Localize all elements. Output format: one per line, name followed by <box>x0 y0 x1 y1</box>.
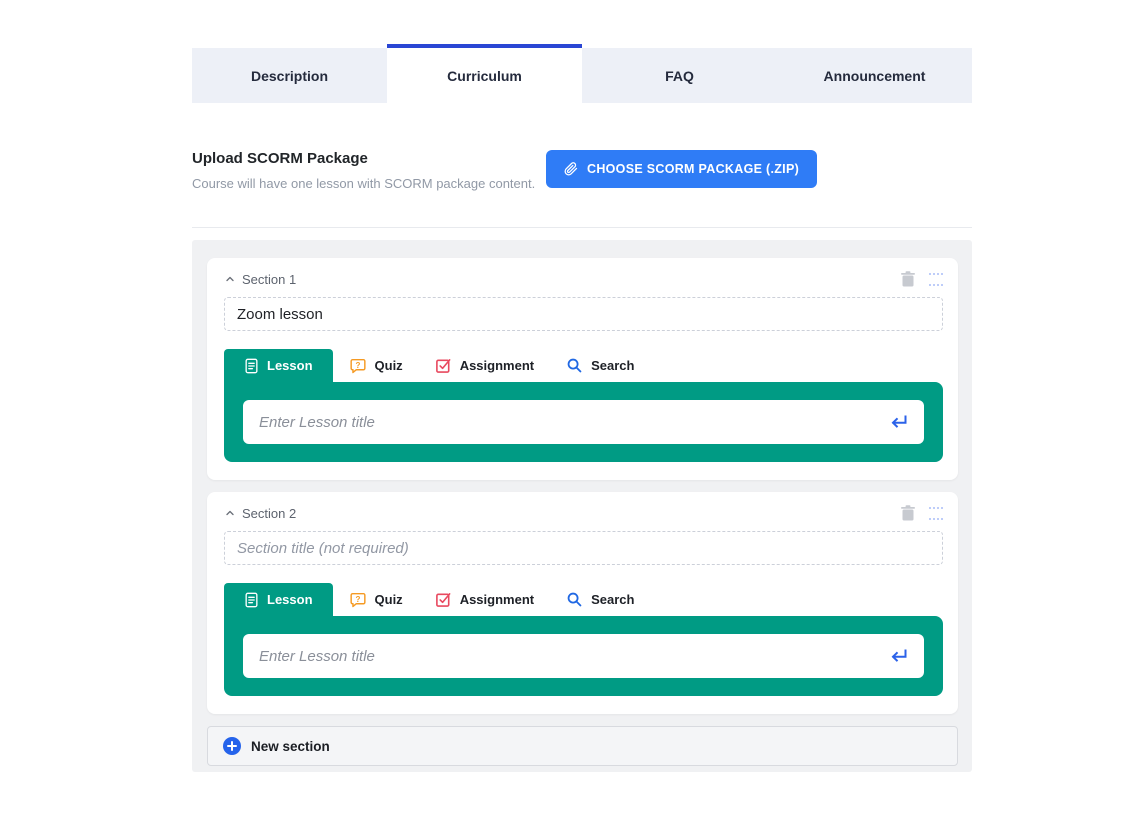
lesson-title-field[interactable] <box>243 400 924 444</box>
delete-section-icon[interactable] <box>901 271 915 287</box>
item-tab-assignment[interactable]: Assignment <box>419 349 550 382</box>
section-card-1: Section 1 Lesson <box>207 258 958 480</box>
item-tab-quiz[interactable]: ? Quiz <box>333 349 419 382</box>
svg-text:?: ? <box>355 361 360 370</box>
item-tab-lesson[interactable]: Lesson <box>224 583 333 616</box>
item-tab-quiz-label: Quiz <box>375 358 403 373</box>
item-tab-quiz-label: Quiz <box>375 592 403 607</box>
lesson-panel <box>224 382 943 462</box>
item-tab-assignment-label: Assignment <box>460 358 534 373</box>
assignment-check-icon <box>435 591 452 608</box>
document-icon <box>244 592 259 608</box>
drag-handle-icon[interactable] <box>929 507 943 520</box>
tab-description[interactable]: Description <box>192 48 387 103</box>
new-section-label: New section <box>251 739 330 754</box>
section-1-title-input[interactable] <box>224 297 943 331</box>
tab-faq[interactable]: FAQ <box>582 48 777 103</box>
section-1-label: Section 1 <box>242 272 296 287</box>
tab-curriculum-label: Curriculum <box>447 68 522 84</box>
choose-scorm-package-button[interactable]: CHOOSE SCORM PACKAGE (.ZIP) <box>546 150 817 188</box>
scorm-heading: Upload SCORM Package <box>192 150 368 167</box>
lesson-panel <box>224 616 943 696</box>
item-tab-lesson-label: Lesson <box>267 358 313 373</box>
drag-handle-icon[interactable] <box>929 273 943 286</box>
curriculum-builder: Section 1 Lesson <box>192 240 972 772</box>
search-icon <box>566 591 583 608</box>
assignment-check-icon <box>435 357 452 374</box>
tab-announcement[interactable]: Announcement <box>777 48 972 103</box>
section-2-label: Section 2 <box>242 506 296 521</box>
item-tab-assignment-label: Assignment <box>460 592 534 607</box>
item-tab-search-label: Search <box>591 592 634 607</box>
svg-text:?: ? <box>355 595 360 604</box>
chevron-up-icon <box>224 507 236 519</box>
scorm-description: Course will have one lesson with SCORM p… <box>192 176 535 191</box>
item-tab-search[interactable]: Search <box>550 583 650 616</box>
delete-section-icon[interactable] <box>901 505 915 521</box>
lesson-title-input[interactable] <box>259 414 886 431</box>
tab-curriculum[interactable]: Curriculum <box>387 48 582 103</box>
item-tab-lesson-label: Lesson <box>267 592 313 607</box>
choose-scorm-package-label: CHOOSE SCORM PACKAGE (.ZIP) <box>587 162 799 176</box>
search-icon <box>566 357 583 374</box>
content-type-tabs: Lesson ? Quiz Assignment <box>224 583 943 616</box>
enter-arrow-icon[interactable] <box>886 645 910 667</box>
section-2-title-input[interactable] <box>224 531 943 565</box>
tab-description-label: Description <box>251 68 328 84</box>
quiz-bubble-icon: ? <box>349 591 367 609</box>
section-1-header[interactable]: Section 1 <box>224 272 296 287</box>
tab-announcement-label: Announcement <box>824 68 926 84</box>
section-card-2: Section 2 Lesson <box>207 492 958 714</box>
paperclip-icon <box>564 162 578 176</box>
section-2-header[interactable]: Section 2 <box>224 506 296 521</box>
item-tab-quiz[interactable]: ? Quiz <box>333 583 419 616</box>
lesson-title-field[interactable] <box>243 634 924 678</box>
item-tab-assignment[interactable]: Assignment <box>419 583 550 616</box>
enter-arrow-icon[interactable] <box>886 411 910 433</box>
lesson-title-input[interactable] <box>259 648 886 665</box>
section-divider <box>192 227 972 228</box>
plus-circle-icon <box>223 737 241 755</box>
course-tab-bar: Description Curriculum FAQ Announcement <box>192 48 972 103</box>
tab-faq-label: FAQ <box>665 68 694 84</box>
item-tab-lesson[interactable]: Lesson <box>224 349 333 382</box>
item-tab-search[interactable]: Search <box>550 349 650 382</box>
item-tab-search-label: Search <box>591 358 634 373</box>
quiz-bubble-icon: ? <box>349 357 367 375</box>
chevron-up-icon <box>224 273 236 285</box>
active-tab-indicator <box>387 44 582 48</box>
document-icon <box>244 358 259 374</box>
new-section-button[interactable]: New section <box>207 726 958 766</box>
content-type-tabs: Lesson ? Quiz Assignment <box>224 349 943 382</box>
